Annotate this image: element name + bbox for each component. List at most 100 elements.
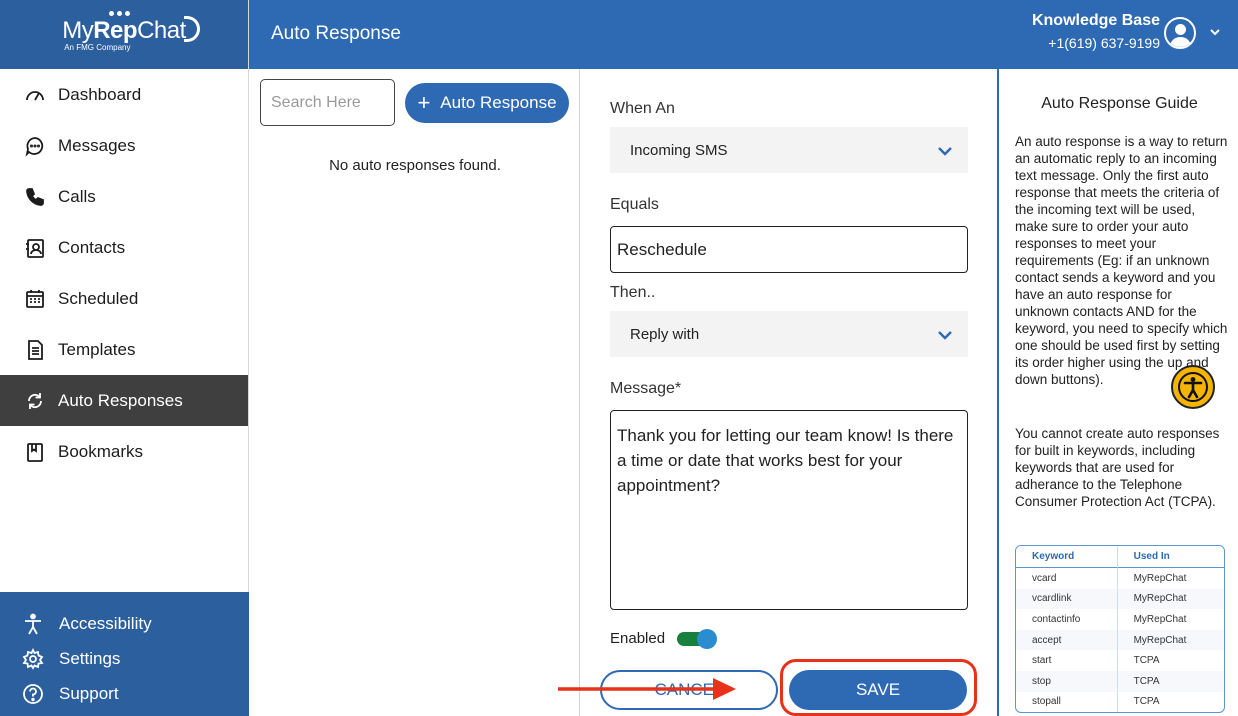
column-header: Keyword (1016, 546, 1117, 568)
enabled-toggle[interactable] (677, 629, 718, 649)
auto-response-guide: Auto Response Guide An auto response is … (997, 69, 1238, 716)
equals-label: Equals (610, 196, 659, 213)
gear-icon (22, 647, 44, 670)
when-label: When An (610, 100, 675, 117)
used-in-cell: MyRepChat (1116, 609, 1224, 630)
sidebar-item-label: Templates (58, 339, 136, 359)
keyword-cell: stop (1016, 670, 1117, 692)
question-icon (22, 683, 44, 705)
guide-paragraph-1: An auto response is a way to return an a… (1015, 134, 1228, 387)
then-label: Then.. (610, 284, 656, 301)
sidebar-item-label: Accessibility (59, 613, 152, 633)
logo[interactable]: MyRepChat An FMG Company (0, 0, 248, 69)
search-input[interactable] (260, 79, 395, 126)
sidebar-nav: Dashboard Messages Calls Contacts Schedu… (0, 69, 248, 477)
arrow-annotation-icon (558, 678, 736, 700)
table-row: contactinfo MyRepChat (1016, 609, 1224, 630)
logo-dots (109, 11, 131, 16)
message-label: Message* (610, 380, 682, 397)
table-row: vcardlink MyRepChat (1016, 588, 1224, 610)
sidebar-item-contacts[interactable]: Contacts (0, 222, 248, 273)
table-row: start TCPA (1016, 650, 1224, 671)
plus-icon: + (417, 90, 431, 115)
logo-tagline: An FMG Company (64, 43, 131, 52)
chevron-down-icon[interactable] (1210, 27, 1220, 37)
chevron-down-icon (938, 143, 952, 160)
auto-response-form: When An Incoming SMS Equals Then.. Reply… (558, 69, 997, 716)
keyword-cell: accept (1016, 629, 1117, 651)
keyword-cell: start (1032, 655, 1052, 667)
used-in-cell: MyRepChat (1116, 588, 1224, 610)
used-in-cell: TCPA (1116, 691, 1224, 713)
guide-paragraph-2: You cannot create auto responses for bui… (1015, 426, 1220, 509)
phone-icon (24, 186, 46, 208)
table-row: stop TCPA (1016, 670, 1224, 692)
refresh-icon (24, 390, 46, 412)
sidebar-item-dashboard[interactable]: Dashboard (0, 69, 248, 120)
add-button-label: Auto Response (440, 93, 557, 112)
keyword-cell: vcardlink (1016, 588, 1117, 610)
keyword-cell: stopall (1032, 696, 1061, 708)
empty-state-text: No auto responses found. (329, 157, 501, 174)
sidebar-bottom: Accessibility Settings Support (0, 592, 249, 716)
chat-bubble-icon (24, 135, 46, 157)
sidebar-item-settings[interactable]: Settings (0, 641, 249, 676)
table-row: vcard MyRepChat (1016, 568, 1224, 589)
sidebar-item-label: Support (59, 683, 119, 703)
used-in-cell: MyRepChat (1116, 629, 1224, 651)
chevron-down-icon (938, 327, 952, 344)
sidebar-item-label: Messages (58, 135, 136, 155)
account-phone: +1(619) 637-9199 (1048, 35, 1160, 51)
logo-bubble (183, 16, 200, 42)
sidebar-item-bookmarks[interactable]: Bookmarks (0, 426, 248, 477)
account-name: Knowledge Base (1031, 12, 1160, 29)
top-header: Auto Response Knowledge Base +1(619) 637… (249, 0, 1238, 69)
column-header: Used In (1116, 546, 1224, 568)
calendar-icon (24, 288, 46, 310)
then-select-value: Reply with (630, 325, 700, 343)
sidebar-item-scheduled[interactable]: Scheduled (0, 273, 248, 324)
sidebar-item-auto-responses[interactable]: Auto Responses (0, 375, 248, 426)
sidebar-item-templates[interactable]: Templates (0, 324, 248, 375)
sidebar-item-label: Scheduled (58, 288, 139, 308)
sidebar-item-label: Calls (58, 186, 96, 206)
table-header-row: Keyword Used In (1016, 546, 1224, 568)
used-in-cell: TCPA (1116, 650, 1224, 671)
sidebar-item-label: Auto Responses (58, 390, 183, 410)
sidebar-item-support[interactable]: Support (0, 676, 249, 711)
keyword-cell: vcard (1032, 572, 1057, 584)
enabled-row: Enabled (610, 629, 718, 649)
used-in-cell: MyRepChat (1116, 568, 1224, 589)
account-info[interactable]: Knowledge Base +1(619) 637-9199 (1032, 12, 1160, 51)
page-title: Auto Response (271, 23, 401, 44)
sidebar-item-accessibility[interactable]: Accessibility (0, 606, 249, 641)
bookmark-icon (24, 441, 46, 463)
document-icon (24, 339, 46, 361)
contact-card-icon (24, 237, 46, 259)
avatar-icon[interactable] (1164, 17, 1196, 49)
sidebar-item-calls[interactable]: Calls (0, 171, 248, 222)
sidebar-item-label: Dashboard (58, 84, 142, 104)
auto-response-list: + Auto Response No auto responses found. (250, 69, 580, 716)
when-select-value: Incoming SMS (630, 141, 728, 159)
sidebar-item-label: Contacts (58, 237, 126, 257)
sidebar-item-label: Bookmarks (58, 441, 144, 461)
table-row: stopall TCPA (1016, 691, 1224, 713)
logo-text: MyRepChat (62, 17, 186, 44)
sidebar-item-messages[interactable]: Messages (0, 120, 248, 171)
enabled-label: Enabled (610, 629, 666, 647)
sidebar: MyRepChat An FMG Company Dashboard Messa… (0, 0, 249, 716)
save-button[interactable]: SAVE (789, 670, 967, 710)
accessibility-icon (22, 613, 44, 635)
keyword-table: Keyword Used In vcard MyRepChat vcardlink… (1015, 545, 1225, 714)
speedometer-icon (24, 84, 46, 106)
sidebar-item-label: Settings (59, 648, 121, 668)
equals-input[interactable] (610, 226, 968, 273)
when-select[interactable]: Incoming SMS (610, 127, 968, 173)
then-select[interactable]: Reply with (610, 311, 968, 357)
guide-title: Auto Response Guide (1041, 95, 1198, 112)
message-textarea[interactable]: Thank you for letting our team know! Is … (610, 410, 968, 610)
accessibility-widget-icon[interactable] (1171, 365, 1215, 409)
add-auto-response-button[interactable]: + Auto Response (405, 83, 569, 123)
table-row: accept MyRepChat (1016, 629, 1224, 651)
